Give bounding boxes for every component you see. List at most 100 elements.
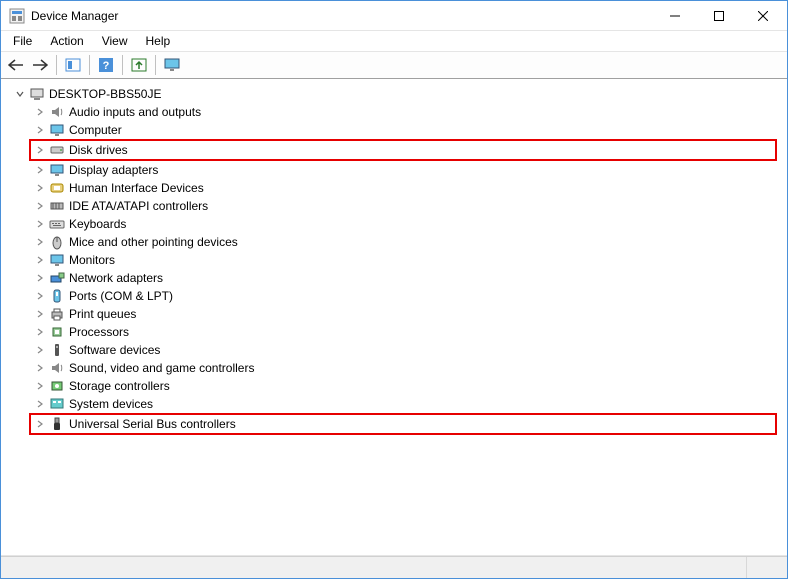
speaker-icon <box>49 360 65 376</box>
chevron-right-icon[interactable] <box>33 123 47 137</box>
tree-item-label: Computer <box>69 123 122 137</box>
ide-icon <box>49 198 65 214</box>
monitor-button[interactable] <box>161 54 183 76</box>
tree-item[interactable]: Mice and other pointing devices <box>33 233 777 251</box>
menubar: File Action View Help <box>1 31 787 51</box>
tree-item-label: Storage controllers <box>69 379 170 393</box>
minimize-button[interactable] <box>653 2 697 30</box>
tree-item-label: System devices <box>69 397 153 411</box>
help-button[interactable]: ? <box>95 54 117 76</box>
tree-item[interactable]: Storage controllers <box>33 377 777 395</box>
device-tree-panel: DESKTOP-BBS50JE Audio inputs and outputs… <box>1 79 787 556</box>
app-icon <box>9 8 25 24</box>
tree-item[interactable]: IDE ATA/ATAPI controllers <box>33 197 777 215</box>
port-icon <box>49 288 65 304</box>
back-button[interactable] <box>5 54 27 76</box>
printer-icon <box>49 306 65 322</box>
status-cell <box>747 557 787 578</box>
titlebar: Device Manager <box>1 1 787 31</box>
tree-item[interactable]: Network adapters <box>33 269 777 287</box>
scan-hardware-button[interactable] <box>128 54 150 76</box>
menu-view[interactable]: View <box>94 32 136 50</box>
tree-item[interactable]: Ports (COM & LPT) <box>33 287 777 305</box>
forward-button[interactable] <box>29 54 51 76</box>
chevron-right-icon[interactable] <box>33 271 47 285</box>
maximize-button[interactable] <box>697 2 741 30</box>
computer-icon <box>29 86 45 102</box>
storage-icon <box>49 378 65 394</box>
tree-root[interactable]: DESKTOP-BBS50JE <box>13 85 777 103</box>
chevron-right-icon[interactable] <box>33 417 47 431</box>
tree-item-label: Disk drives <box>69 143 128 157</box>
network-icon <box>49 270 65 286</box>
chevron-right-icon[interactable] <box>33 235 47 249</box>
chevron-right-icon[interactable] <box>33 163 47 177</box>
usb-icon <box>49 416 65 432</box>
tree-item[interactable]: Display adapters <box>33 161 777 179</box>
menu-file[interactable]: File <box>5 32 40 50</box>
chevron-right-icon[interactable] <box>33 105 47 119</box>
chevron-down-icon[interactable] <box>13 87 27 101</box>
root-label: DESKTOP-BBS50JE <box>49 87 162 101</box>
chevron-right-icon[interactable] <box>33 253 47 267</box>
tree-item[interactable]: Processors <box>33 323 777 341</box>
chevron-right-icon[interactable] <box>33 217 47 231</box>
tree-item-label: Universal Serial Bus controllers <box>69 417 236 431</box>
tree-item[interactable]: Sound, video and game controllers <box>33 359 777 377</box>
tree-item-label: Display adapters <box>69 163 158 177</box>
chevron-right-icon[interactable] <box>33 199 47 213</box>
tree-children: Audio inputs and outputs Computer Disk dri… <box>11 103 777 435</box>
status-cell <box>1 557 747 578</box>
mouse-icon <box>49 234 65 250</box>
chevron-right-icon[interactable] <box>33 307 47 321</box>
chevron-right-icon[interactable] <box>33 325 47 339</box>
toolbar-separator <box>122 55 123 75</box>
monitor-icon <box>49 252 65 268</box>
toolbar-separator <box>56 55 57 75</box>
tree-item-label: Mice and other pointing devices <box>69 235 238 249</box>
show-hide-console-button[interactable] <box>62 54 84 76</box>
toolbar-separator <box>89 55 90 75</box>
tree-item-label: Ports (COM & LPT) <box>69 289 173 303</box>
speaker-icon <box>49 104 65 120</box>
toolbar: ? <box>1 51 787 79</box>
window-title: Device Manager <box>31 9 653 23</box>
chevron-right-icon[interactable] <box>33 343 47 357</box>
tree-item[interactable]: Universal Serial Bus controllers <box>29 413 777 435</box>
chevron-right-icon[interactable] <box>33 397 47 411</box>
hid-icon <box>49 180 65 196</box>
drive-icon <box>49 142 65 158</box>
chevron-right-icon[interactable] <box>33 379 47 393</box>
tree-item[interactable]: Human Interface Devices <box>33 179 777 197</box>
statusbar <box>1 556 787 578</box>
tree-item[interactable]: System devices <box>33 395 777 413</box>
tree-item[interactable]: Software devices <box>33 341 777 359</box>
window-controls <box>653 2 785 30</box>
tree-item[interactable]: Computer <box>33 121 777 139</box>
tree-item-label: Sound, video and game controllers <box>69 361 254 375</box>
soft-icon <box>49 342 65 358</box>
tree-item[interactable]: Keyboards <box>33 215 777 233</box>
keyboard-icon <box>49 216 65 232</box>
tree-item[interactable]: Audio inputs and outputs <box>33 103 777 121</box>
svg-text:?: ? <box>103 60 110 72</box>
close-button[interactable] <box>741 2 785 30</box>
tree-item-label: Keyboards <box>69 217 126 231</box>
tree-item-label: IDE ATA/ATAPI controllers <box>69 199 208 213</box>
chevron-right-icon[interactable] <box>33 181 47 195</box>
tree-item[interactable]: Monitors <box>33 251 777 269</box>
system-icon <box>49 396 65 412</box>
tree-item-label: Audio inputs and outputs <box>69 105 201 119</box>
tree-item-label: Network adapters <box>69 271 163 285</box>
tree-item-label: Processors <box>69 325 129 339</box>
chevron-right-icon[interactable] <box>33 289 47 303</box>
menu-action[interactable]: Action <box>42 32 91 50</box>
menu-help[interactable]: Help <box>138 32 179 50</box>
tree-item-label: Software devices <box>69 343 160 357</box>
chevron-right-icon[interactable] <box>33 143 47 157</box>
tree-item-label: Monitors <box>69 253 115 267</box>
toolbar-separator <box>155 55 156 75</box>
chevron-right-icon[interactable] <box>33 361 47 375</box>
tree-item[interactable]: Disk drives <box>29 139 777 161</box>
tree-item[interactable]: Print queues <box>33 305 777 323</box>
